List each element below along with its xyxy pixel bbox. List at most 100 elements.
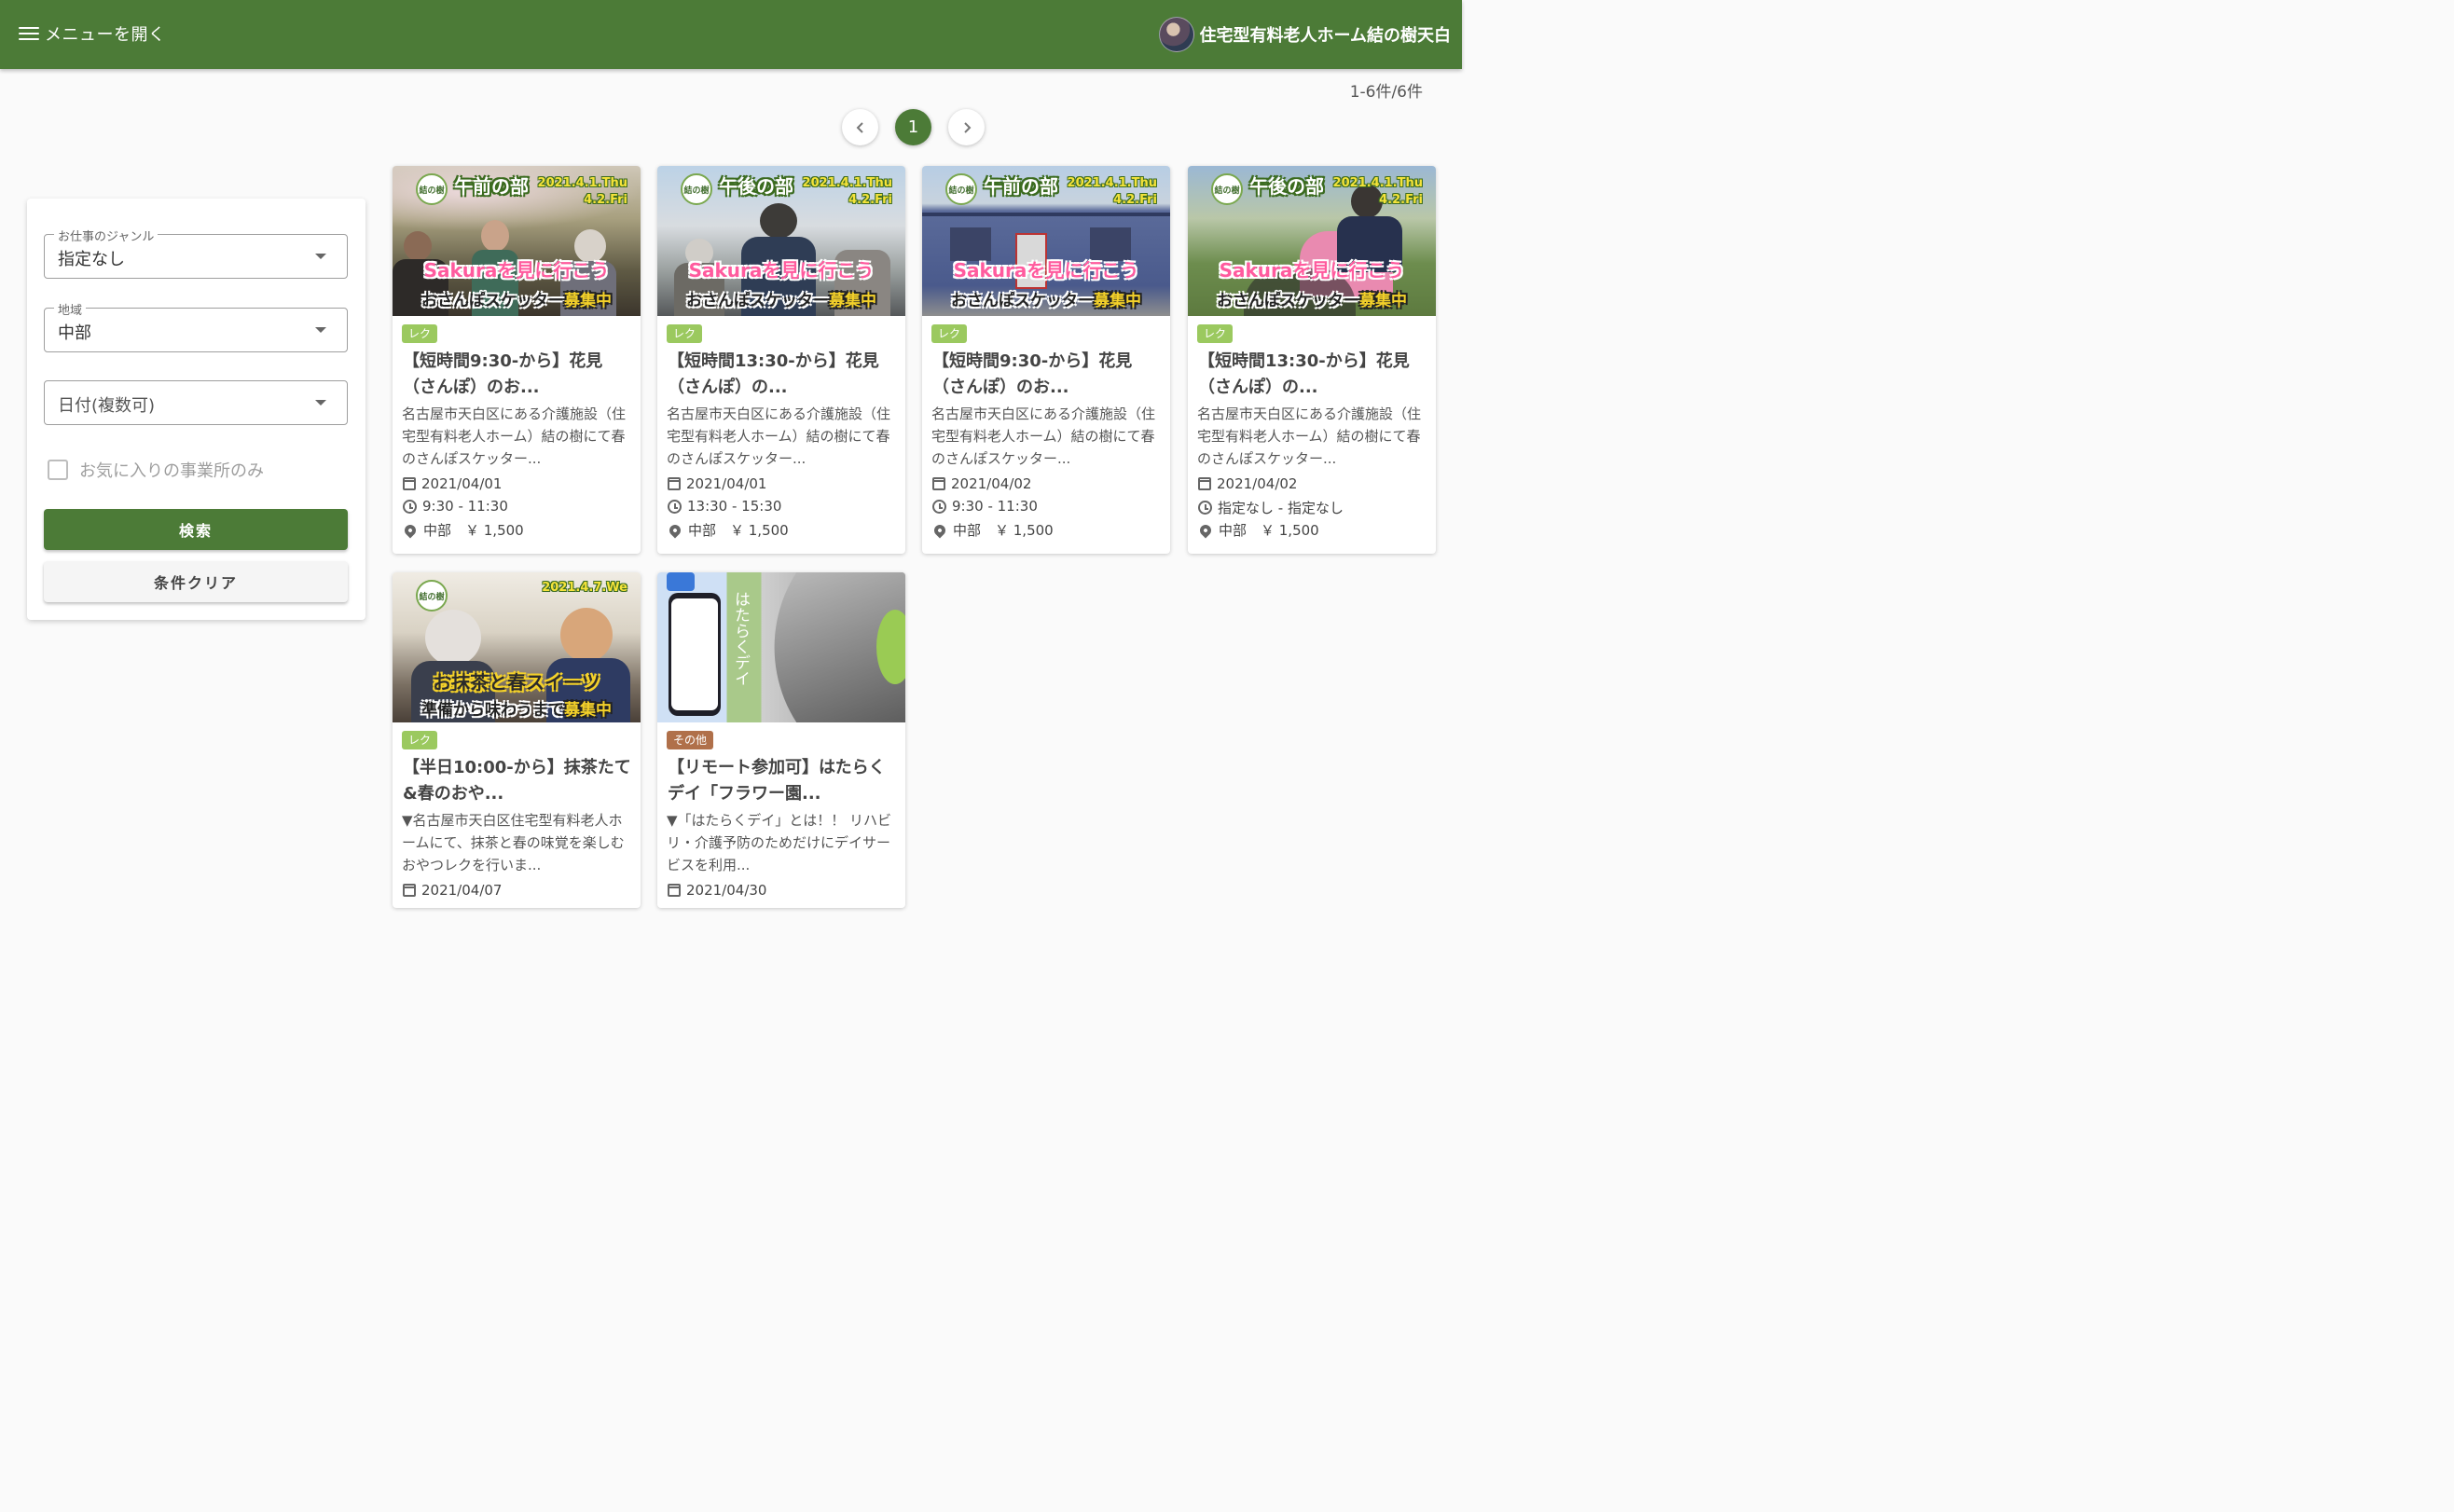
banner-date: 2021.4.1.Thu 4.2.Fri [802, 176, 892, 207]
page-1-button[interactable]: 1 [895, 109, 931, 145]
dropdown-arrow-icon [315, 400, 326, 405]
genre-value: 指定なし [58, 250, 125, 269]
filter-panel: お仕事のジャンル 指定なし 地域 中部 日付(複数可) お気に入りの事業所のみ … [27, 199, 365, 620]
job-date: 2021/04/07 [403, 882, 502, 899]
favorites-only-label: お気に入りの事業所のみ [79, 461, 264, 481]
job-time: 13:30 - 15:30 [668, 498, 781, 515]
job-thumbnail: 結の樹 2021.4.7.We お抹茶と春スイーツ 準備から味わうまで募集中 [393, 572, 641, 722]
job-title: 【短時間13:30-から】花見（さんぽ）の... [1198, 351, 1410, 397]
banner-session: 午後の部 [719, 175, 793, 198]
job-card[interactable]: 結の樹 午前の部 2021.4.1.Thu 4.2.Fri Sakuraを見に行… [922, 166, 1170, 554]
location-pin-icon [931, 522, 948, 538]
job-card[interactable]: はたらくデイ その他 【リモート参加可】はたらくデイ「フラワー園... ▼「はた… [657, 572, 905, 908]
region-value: 中部 [58, 323, 91, 343]
job-thumbnail: はたらくデイ [657, 572, 905, 722]
job-title: 【半日10:00-から】抹茶たて&春のおや... [403, 758, 631, 804]
job-description: ▼名古屋市天白区住宅型有料老人ホームにて、抹茶と春の味覚を楽しむおやつレクを行い… [402, 812, 625, 873]
job-thumbnail: 結の樹 午前の部 2021.4.1.Thu 4.2.Fri Sakuraを見に行… [393, 166, 641, 316]
date-select[interactable]: 日付(複数可) [44, 380, 348, 425]
job-date: 2021/04/30 [668, 882, 766, 899]
calendar-icon [668, 884, 681, 897]
clock-icon [932, 499, 946, 514]
job-time: 9:30 - 11:30 [403, 498, 508, 515]
category-tag: レク [667, 324, 703, 343]
facility-logo: 結の樹 [945, 173, 977, 205]
job-description: 名古屋市天白区にある介護施設（住宅型有料老人ホーム）結の樹にて春のさんぽスケッタ… [667, 405, 891, 467]
category-tag: レク [402, 324, 438, 343]
clock-icon [1198, 501, 1212, 515]
calendar-icon [403, 884, 416, 897]
banner-headline: Sakuraを見に行こう [1219, 259, 1405, 282]
region-select[interactable]: 地域 中部 [44, 300, 348, 352]
region-label: 地域 [54, 300, 87, 318]
job-card[interactable]: 結の樹 2021.4.7.We お抹茶と春スイーツ 準備から味わうまで募集中 レ… [393, 572, 641, 908]
job-date: 2021/04/01 [668, 475, 766, 492]
favorites-only-checkbox[interactable]: お気に入りの事業所のみ [48, 458, 264, 482]
genre-label: お仕事のジャンル [54, 227, 159, 244]
dropdown-arrow-icon [315, 254, 326, 259]
next-page-button[interactable] [948, 109, 985, 145]
calendar-icon [1198, 477, 1211, 490]
banner-subline: おさんぽスケッター募集中 [686, 292, 876, 310]
job-location-fee: 中部 ￥ 1,500 [667, 520, 789, 540]
category-tag: レク [931, 324, 968, 343]
banner-subline: 準備から味わうまで募集中 [421, 701, 612, 720]
category-tag: レク [1197, 324, 1234, 343]
calendar-icon [668, 477, 681, 490]
location-pin-icon [1197, 522, 1214, 538]
clock-icon [403, 499, 417, 514]
facility-logo: 結の樹 [1211, 173, 1243, 205]
chevron-right-icon [963, 121, 971, 133]
banner-subline: おさんぽスケッター募集中 [1217, 292, 1407, 310]
pagination: 1 [842, 109, 985, 145]
banner-headline: Sakuraを見に行こう [688, 259, 875, 282]
job-card[interactable]: 結の樹 午後の部 2021.4.1.Thu 4.2.Fri Sakuraを見に行… [1188, 166, 1436, 554]
menu-label: メニューを開く [45, 25, 166, 45]
hamburger-icon [19, 26, 39, 41]
menu-button[interactable]: メニューを開く [19, 19, 166, 48]
job-card[interactable]: 結の樹 午前の部 2021.4.1.Thu 4.2.Fri Sakuraを見に行… [393, 166, 641, 554]
job-location-fee: 中部 ￥ 1,500 [402, 520, 524, 540]
genre-select[interactable]: お仕事のジャンル 指定なし [44, 227, 348, 279]
banner-date: 2021.4.1.Thu 4.2.Fri [537, 176, 627, 207]
checkbox-icon[interactable] [48, 460, 68, 480]
job-thumbnail: 結の樹 午後の部 2021.4.1.Thu 4.2.Fri Sakuraを見に行… [1188, 166, 1436, 316]
banner-session: 午後の部 [1249, 175, 1324, 198]
job-description: 名古屋市天白区にある介護施設（住宅型有料老人ホーム）結の樹にて春のさんぽスケッタ… [1197, 405, 1422, 467]
banner-headline: Sakuraを見に行こう [423, 259, 610, 282]
banner-date: 2021.4.1.Thu 4.2.Fri [1067, 176, 1157, 207]
location-pin-icon [402, 522, 419, 538]
job-date: 2021/04/02 [1198, 475, 1297, 492]
job-card[interactable]: 結の樹 午後の部 2021.4.1.Thu 4.2.Fri Sakuraを見に行… [657, 166, 905, 554]
category-tag: その他 [667, 731, 714, 749]
facility-account[interactable]: 住宅型有料老人ホーム結の樹天白 [1158, 16, 1451, 53]
job-time: 指定なし - 指定なし [1198, 498, 1344, 517]
job-location-fee: 中部 ￥ 1,500 [931, 520, 1054, 540]
avatar [1158, 17, 1194, 52]
facility-logo: 結の樹 [681, 173, 712, 205]
search-button[interactable]: 検索 [44, 509, 348, 550]
banner-subline: おさんぽスケッター募集中 [421, 292, 612, 310]
category-tag: レク [402, 731, 438, 749]
job-time: 9:30 - 11:30 [932, 498, 1038, 515]
location-pin-icon [667, 522, 683, 538]
job-description: 名古屋市天白区にある介護施設（住宅型有料老人ホーム）結の樹にて春のさんぽスケッタ… [402, 405, 627, 467]
job-date: 2021/04/02 [932, 475, 1031, 492]
banner-headline: お抹茶と春スイーツ [433, 671, 600, 694]
chevron-left-icon [856, 121, 863, 133]
banner-date: 2021.4.7.We [542, 581, 627, 595]
app-bar: メニューを開く 住宅型有料老人ホーム結の樹天白 [0, 0, 1462, 69]
facility-name: 住宅型有料老人ホーム結の樹天白 [1199, 26, 1451, 46]
clock-icon [668, 499, 682, 514]
prev-page-button[interactable] [842, 109, 878, 145]
banner-date: 2021.4.1.Thu 4.2.Fri [1332, 176, 1423, 207]
facility-logo: 結の樹 [416, 173, 448, 205]
job-title: 【短時間9:30-から】花見（さんぽ）のお... [932, 351, 1133, 397]
clear-filters-button[interactable]: 条件クリア [44, 561, 348, 602]
banner-session: 午前の部 [454, 175, 529, 198]
banner-session: 午前の部 [984, 175, 1058, 198]
calendar-icon [932, 477, 945, 490]
job-location-fee: 中部 ￥ 1,500 [1197, 520, 1319, 540]
job-description: 名古屋市天白区にある介護施設（住宅型有料老人ホーム）結の樹にて春のさんぽスケッタ… [931, 405, 1156, 467]
banner-side-text: はたらくデイ [731, 591, 750, 686]
